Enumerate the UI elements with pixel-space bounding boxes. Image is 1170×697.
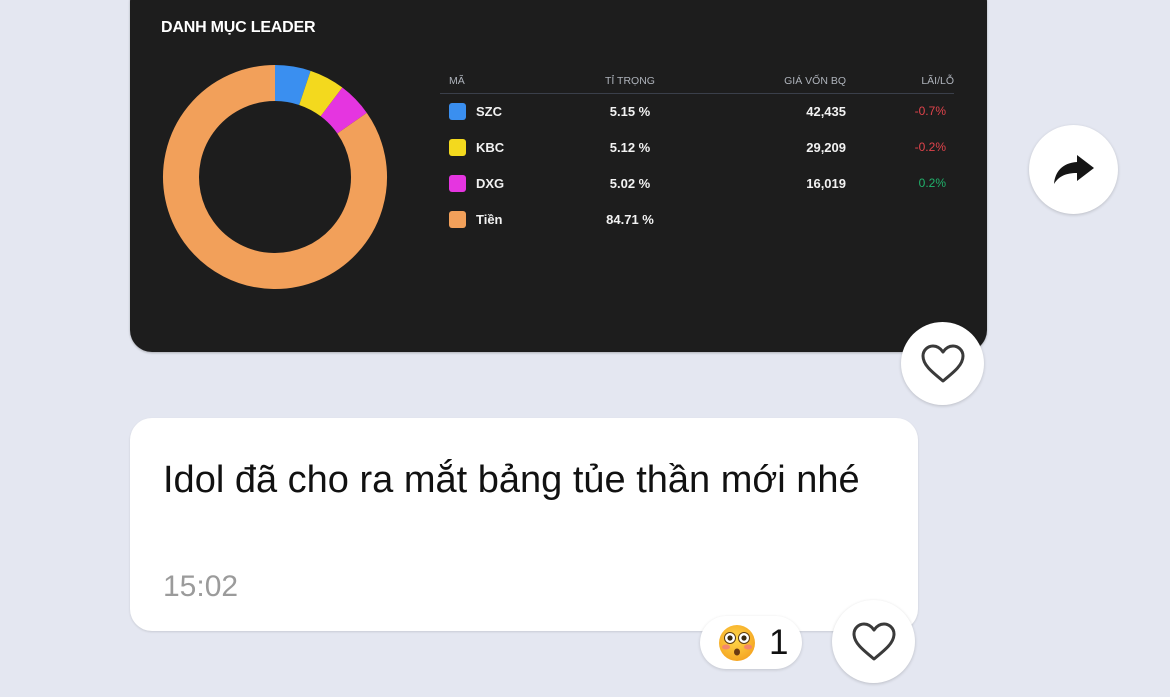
flushed-face-emoji-icon bbox=[719, 625, 755, 661]
legend-swatch bbox=[449, 211, 466, 228]
header-avg-cost: GIÁ VỐN BQ bbox=[784, 75, 846, 87]
donut-chart bbox=[163, 65, 387, 289]
message-bubble[interactable]: Idol đã cho ra mắt bảng tủe thần mới nhé… bbox=[130, 418, 918, 631]
table-row: Tiền 84.71 % bbox=[440, 202, 954, 238]
table-header: MÃ TỈ TRỌNG GIÁ VỐN BQ LÃI/LỖ bbox=[440, 68, 954, 94]
stock-pnl: -0.2% bbox=[914, 140, 946, 154]
message-text: Idol đã cho ra mắt bảng tủe thần mới nhé bbox=[163, 459, 860, 501]
legend-swatch bbox=[449, 103, 466, 120]
table-row: DXG 5.02 % 16,019 0.2% bbox=[440, 166, 954, 202]
message-time: 15:02 bbox=[163, 570, 239, 603]
stock-avg-cost: 29,209 bbox=[806, 140, 846, 155]
donut-slice-szc bbox=[274, 65, 311, 106]
stock-weight: 5.02 % bbox=[609, 176, 651, 191]
heart-outline-icon bbox=[921, 344, 964, 382]
portfolio-title: DANH MỤC LEADER bbox=[161, 19, 316, 36]
reaction-count: 1 bbox=[769, 623, 789, 662]
header-weight: TỈ TRỌNG bbox=[605, 75, 655, 87]
legend-swatch bbox=[449, 175, 466, 192]
legend-swatch bbox=[449, 139, 466, 156]
stock-weight: 5.12 % bbox=[609, 140, 651, 155]
donut-slice-dxg bbox=[320, 87, 367, 135]
stock-pnl: -0.7% bbox=[914, 104, 946, 118]
stock-code: DXG bbox=[476, 176, 505, 191]
portfolio-card[interactable]: DANH MỤC LEADER MÃ TỈ TRỌNG GIÁ VỐN BQ L… bbox=[130, 0, 987, 352]
stock-pnl: 0.2% bbox=[918, 176, 946, 190]
stock-weight: 5.15 % bbox=[609, 104, 651, 119]
share-arrow-icon bbox=[1053, 154, 1094, 184]
table-row: SZC 5.15 % 42,435 -0.7% bbox=[440, 94, 954, 130]
reaction-chip[interactable]: 1 bbox=[700, 616, 802, 669]
stock-avg-cost: 42,435 bbox=[806, 104, 846, 119]
stock-avg-cost: 16,019 bbox=[806, 176, 846, 191]
heart-outline-icon bbox=[852, 622, 895, 660]
header-pnl: LÃI/LỖ bbox=[921, 75, 954, 87]
like-button[interactable] bbox=[901, 322, 984, 405]
like-button[interactable] bbox=[832, 600, 915, 683]
stock-code: Tiền bbox=[476, 212, 503, 227]
stock-code: SZC bbox=[476, 104, 502, 119]
stock-weight: 84.71 % bbox=[606, 212, 654, 227]
portfolio-table: MÃ TỈ TRỌNG GIÁ VỐN BQ LÃI/LỖ SZC 5.15 %… bbox=[440, 68, 954, 238]
stock-code: KBC bbox=[476, 140, 505, 155]
header-code: MÃ bbox=[449, 75, 465, 87]
donut-slice-kbc bbox=[298, 70, 343, 117]
table-row: KBC 5.12 % 29,209 -0.2% bbox=[440, 130, 954, 166]
share-button[interactable] bbox=[1029, 125, 1118, 214]
